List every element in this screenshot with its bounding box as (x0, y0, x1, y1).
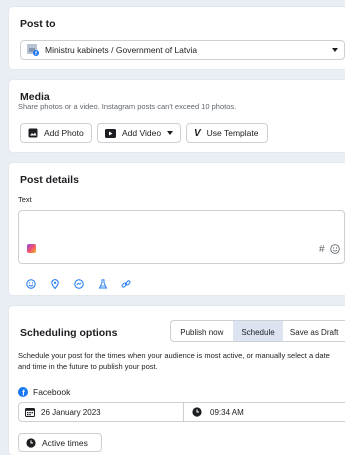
active-times-button[interactable]: Active times (18, 433, 102, 452)
schedule-date-input[interactable]: 26 January 2023 (18, 402, 184, 422)
post-details-title: Post details (20, 174, 79, 186)
use-template-label: Use Template (206, 128, 259, 138)
account-selector[interactable]: f Ministru kabinets / Government of Latv… (20, 40, 345, 60)
post-text-input[interactable] (18, 210, 345, 264)
scheduling-title: Scheduling options (20, 327, 118, 339)
video-icon (105, 128, 116, 138)
scheduling-card: Scheduling options Publish now Schedule … (9, 306, 345, 455)
add-video-label: Add Video (122, 128, 162, 138)
schedule-date-value: 26 January 2023 (41, 407, 101, 417)
scheduling-description: Schedule your post for the times when yo… (18, 351, 330, 371)
post-details-card: Post details Text # (9, 163, 345, 295)
hashtag-icon[interactable]: # (319, 244, 325, 255)
add-video-button[interactable]: Add Video (97, 123, 181, 143)
clock-icon (26, 437, 36, 448)
facebook-platform-label: f Facebook (18, 387, 70, 397)
post-to-card: Post to f Ministru kabinets / Government… (9, 7, 345, 69)
feeling-icon[interactable] (26, 279, 36, 289)
add-photo-button[interactable]: Add Photo (20, 123, 92, 143)
location-pin-icon[interactable] (50, 279, 60, 289)
emoji-icon[interactable] (330, 244, 340, 254)
messenger-icon[interactable] (74, 279, 84, 289)
publish-mode-segmented-control: Publish now Schedule Save as Draft (170, 320, 345, 342)
chevron-down-icon (167, 131, 174, 135)
template-icon: V (194, 127, 201, 139)
link-icon[interactable] (121, 279, 131, 289)
post-to-title: Post to (20, 18, 56, 30)
facebook-icon: f (18, 387, 28, 397)
add-photo-label: Add Photo (44, 128, 84, 138)
calendar-icon (25, 407, 35, 417)
clock-icon (192, 407, 202, 417)
chevron-down-icon (332, 48, 338, 52)
account-name: Ministru kabinets / Government of Latvia (45, 45, 198, 55)
svg-text:f: f (22, 389, 25, 397)
creative-tools-icon[interactable] (27, 244, 36, 253)
active-times-label: Active times (42, 437, 88, 448)
flask-icon[interactable] (98, 279, 108, 289)
facebook-label: Facebook (33, 387, 71, 397)
photo-icon (28, 128, 38, 138)
publish-now-option[interactable]: Publish now (171, 321, 233, 341)
schedule-time-input[interactable]: 09:34 AM (183, 402, 345, 422)
schedule-time-value: 09:34 AM (210, 407, 244, 417)
text-label: Text (18, 195, 32, 204)
schedule-option[interactable]: Schedule (232, 321, 284, 341)
media-description: Share photos or a video. Instagram posts… (18, 102, 237, 111)
save-as-draft-option[interactable]: Save as Draft (283, 321, 345, 341)
use-template-button[interactable]: V Use Template (186, 123, 268, 143)
media-card: Media Share photos or a video. Instagram… (9, 80, 345, 152)
account-avatar-icon: f (27, 44, 39, 56)
